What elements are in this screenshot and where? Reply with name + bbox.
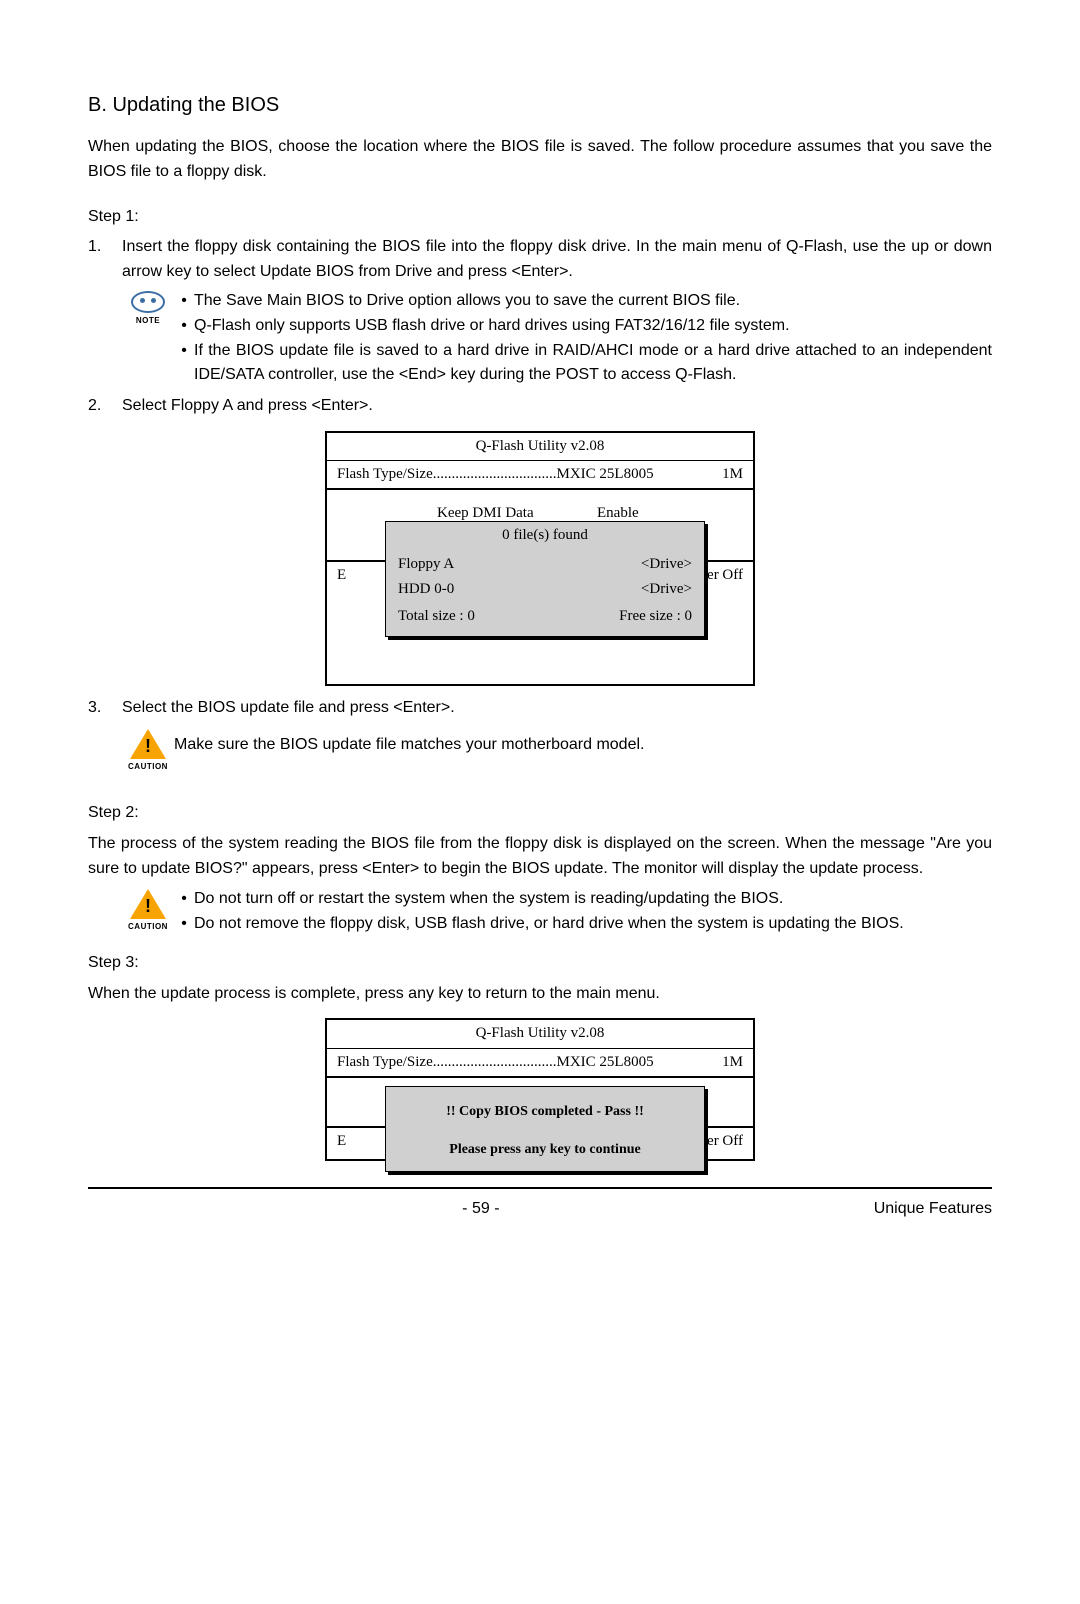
list-body: Select the BIOS update file and press <E… bbox=[122, 696, 992, 721]
note-icon-column: NOTE bbox=[122, 289, 174, 388]
caution-block-2: ! CAUTION • Do not turn off or restart t… bbox=[122, 887, 992, 937]
list-number: 2. bbox=[88, 394, 122, 419]
drive-name: HDD 0-0 bbox=[398, 578, 454, 601]
flash-size: 1M bbox=[722, 463, 743, 486]
bullet: • Do not remove the floppy disk, USB fla… bbox=[174, 912, 992, 937]
list-body: Select Floppy A and press <Enter>. bbox=[122, 394, 992, 419]
drive-name: Floppy A bbox=[398, 553, 454, 576]
caution-icon: ! bbox=[130, 729, 166, 759]
step-2-label: Step 2: bbox=[88, 801, 992, 826]
list-number: 1. bbox=[88, 235, 122, 285]
bullet-text: Q-Flash only supports USB flash drive or… bbox=[194, 314, 992, 339]
note-icon bbox=[131, 291, 165, 313]
flash-label: Flash Type/Size.........................… bbox=[337, 463, 654, 486]
step1-item3: 3. Select the BIOS update file and press… bbox=[88, 696, 992, 721]
bullet-dot: • bbox=[174, 887, 194, 912]
document-page: B. Updating the BIOS When updating the B… bbox=[0, 0, 1080, 1262]
popup-message-1: !! Copy BIOS completed - Pass !! bbox=[392, 1101, 698, 1123]
bullet-dot: • bbox=[174, 314, 194, 339]
bullet: • Q-Flash only supports USB flash drive … bbox=[174, 314, 992, 339]
bullet-dot: • bbox=[174, 912, 194, 937]
caution-label: CAUTION bbox=[128, 921, 168, 933]
section-title: B. Updating the BIOS bbox=[88, 90, 992, 121]
option-name: Floppy A bbox=[171, 397, 232, 414]
list-body: Insert the floppy disk containing the BI… bbox=[122, 235, 992, 285]
bullet: • Do not turn off or restart the system … bbox=[174, 887, 992, 912]
qflash-panel-2: Q-Flash Utility v2.08 Flash Type/Size...… bbox=[325, 1018, 755, 1161]
note-label: NOTE bbox=[136, 315, 160, 327]
text: and press <Enter>. bbox=[232, 397, 373, 414]
step2-paragraph: The process of the system reading the BI… bbox=[88, 832, 992, 882]
qflash-panel-1: Q-Flash Utility v2.08 Flash Type/Size...… bbox=[325, 431, 755, 686]
flash-size: 1M bbox=[722, 1051, 743, 1074]
completion-popup: !! Copy BIOS completed - Pass !! Please … bbox=[385, 1086, 705, 1171]
caution-icon-column: ! CAUTION bbox=[122, 727, 174, 773]
footer-section-name: Unique Features bbox=[874, 1197, 992, 1222]
popup-body: Floppy A <Drive> HDD 0-0 <Drive> bbox=[386, 550, 704, 603]
popup-row: Floppy A <Drive> bbox=[386, 552, 704, 577]
total-size: Total size : 0 bbox=[398, 605, 475, 628]
step3-paragraph: When the update process is complete, pre… bbox=[88, 982, 992, 1007]
caution-icon: ! bbox=[130, 889, 166, 919]
page-footer: - 59 - Unique Features bbox=[88, 1187, 992, 1222]
bullet: • If the BIOS update file is saved to a … bbox=[174, 339, 992, 389]
caution-block-1: ! CAUTION Make sure the BIOS update file… bbox=[122, 727, 992, 773]
qflash-title: Q-Flash Utility v2.08 bbox=[327, 1020, 753, 1048]
qflash-flash-row: Flash Type/Size.........................… bbox=[327, 1049, 753, 1078]
bullet-text: If the BIOS update file is saved to a ha… bbox=[194, 339, 992, 389]
bullet: • The Save Main BIOS to Drive option all… bbox=[174, 289, 992, 314]
text: The bbox=[194, 292, 226, 309]
note-bullets: • The Save Main BIOS to Drive option all… bbox=[174, 289, 992, 388]
text: and press <Enter>. bbox=[432, 263, 573, 280]
drive-type: <Drive> bbox=[641, 553, 692, 576]
menu-name: Update BIOS from Drive bbox=[260, 263, 433, 280]
bullet-dot: • bbox=[174, 289, 194, 314]
bullet-dot: • bbox=[174, 339, 194, 389]
free-size: Free size : 0 bbox=[619, 605, 692, 628]
text: option allows you to save the current BI… bbox=[404, 292, 740, 309]
drive-type: <Drive> bbox=[641, 578, 692, 601]
option-name: Save Main BIOS to Drive bbox=[226, 292, 404, 309]
caution-bullets: • Do not turn off or restart the system … bbox=[174, 887, 992, 937]
caution-icon-column: ! CAUTION bbox=[122, 887, 174, 937]
step1-item2: 2. Select Floppy A and press <Enter>. bbox=[88, 394, 992, 419]
step-3-label: Step 3: bbox=[88, 951, 992, 976]
e-fragment: E bbox=[337, 1130, 355, 1153]
step1-item1: 1. Insert the floppy disk containing the… bbox=[88, 235, 992, 285]
popup-message-2: Please press any key to continue bbox=[392, 1139, 698, 1161]
caution-label: CAUTION bbox=[128, 761, 168, 773]
caution-text: Make sure the BIOS update file matches y… bbox=[174, 727, 992, 773]
bullet-text: Do not remove the floppy disk, USB flash… bbox=[194, 912, 992, 937]
step-1-label: Step 1: bbox=[88, 205, 992, 230]
intro-paragraph: When updating the BIOS, choose the locat… bbox=[88, 135, 992, 185]
popup-footer: Total size : 0 Free size : 0 bbox=[386, 603, 704, 636]
text: Select bbox=[122, 397, 171, 414]
drive-popup: 0 file(s) found Floppy A <Drive> HDD 0-0… bbox=[385, 521, 705, 637]
flash-label: Flash Type/Size.........................… bbox=[337, 1051, 654, 1074]
popup-header: 0 file(s) found bbox=[386, 522, 704, 550]
list-number: 3. bbox=[88, 696, 122, 721]
qflash-flash-row: Flash Type/Size.........................… bbox=[327, 461, 753, 490]
note-block: NOTE • The Save Main BIOS to Drive optio… bbox=[122, 289, 992, 388]
qflash-title: Q-Flash Utility v2.08 bbox=[327, 433, 753, 461]
bullet-text: Do not turn off or restart the system wh… bbox=[194, 887, 992, 912]
popup-row: HDD 0-0 <Drive> bbox=[386, 577, 704, 602]
page-number: - 59 - bbox=[462, 1197, 499, 1222]
e-fragment: E bbox=[337, 564, 355, 587]
bullet-text: The Save Main BIOS to Drive option allow… bbox=[194, 289, 992, 314]
